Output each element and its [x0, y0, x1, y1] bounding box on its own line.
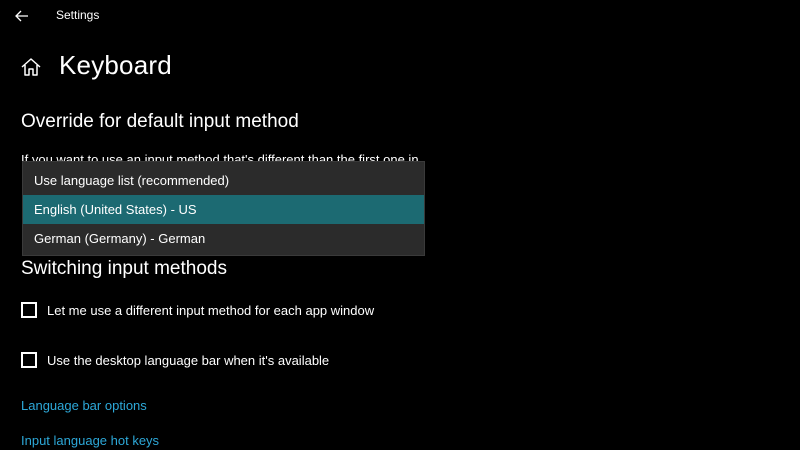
back-arrow-icon — [15, 10, 28, 22]
window-title: Settings — [56, 8, 100, 22]
input-language-hot-keys-link[interactable]: Input language hot keys — [21, 433, 159, 448]
override-section-title: Override for default input method — [21, 111, 299, 132]
page-title: Keyboard — [59, 50, 172, 80]
settings-page: Settings Keyboard Override for default i… — [0, 0, 800, 450]
desktop-language-bar-checkbox[interactable] — [21, 352, 37, 368]
switching-section-title: Switching input methods — [21, 258, 227, 279]
dropdown-option-german[interactable]: German (Germany) - German — [23, 224, 424, 253]
per-app-input-method-row[interactable]: Let me use a different input method for … — [21, 300, 374, 320]
language-bar-options-link[interactable]: Language bar options — [21, 398, 147, 413]
desktop-language-bar-row[interactable]: Use the desktop language bar when it's a… — [21, 350, 329, 370]
home-icon[interactable] — [20, 56, 42, 78]
back-button[interactable] — [12, 6, 32, 26]
desktop-language-bar-label: Use the desktop language bar when it's a… — [47, 352, 330, 368]
per-app-input-method-checkbox[interactable] — [21, 302, 37, 318]
per-app-input-method-label: Let me use a different input method for … — [47, 302, 375, 318]
title-bar: Settings — [0, 0, 800, 32]
dropdown-option-language-list[interactable]: Use language list (recommended) — [23, 166, 424, 195]
dropdown-option-english-us[interactable]: English (United States) - US — [23, 195, 424, 224]
input-method-dropdown-list[interactable]: Use language list (recommended) English … — [22, 161, 425, 256]
